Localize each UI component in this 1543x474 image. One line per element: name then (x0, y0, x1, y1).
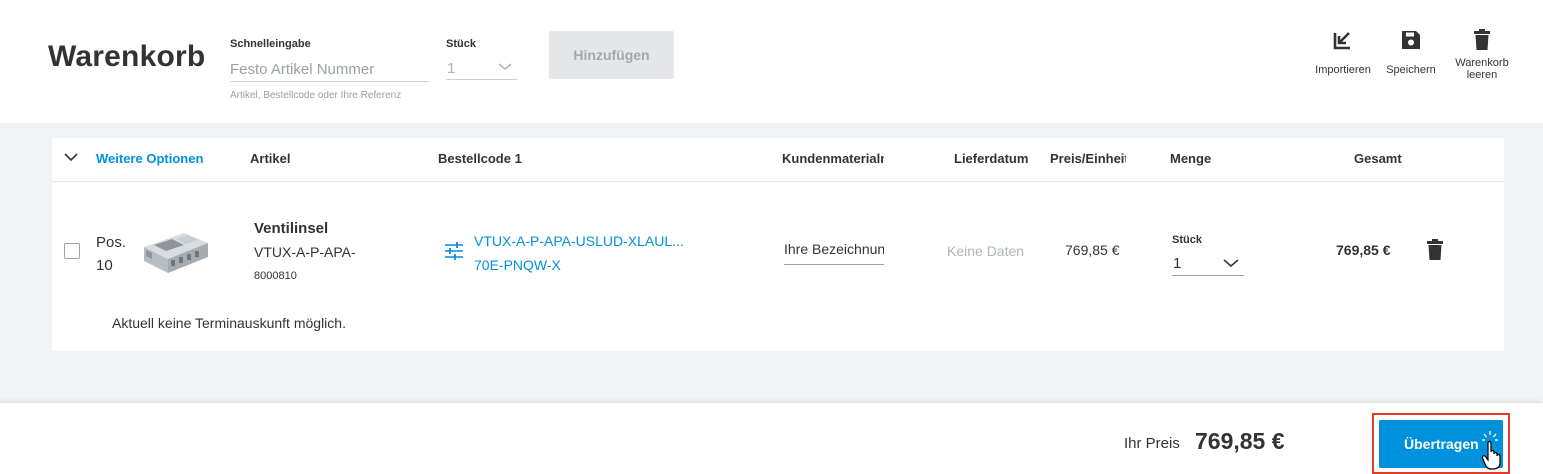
column-header-gesamt: Gesamt (1354, 151, 1402, 166)
part-number: 8000810 (254, 270, 297, 282)
cart-table: Weitere Optionen Artikel Bestellcode 1 K… (52, 138, 1504, 351)
row-quantity-value: 1 (1173, 255, 1182, 272)
order-code-link[interactable]: VTUX-A-P-APA-USLUD-XLAUL... 70E-PNQW-X (474, 229, 689, 277)
quick-entry-hint: Artikel, Bestellcode oder Ihre Referenz (230, 90, 402, 101)
submit-button-label: Übertragen (1404, 436, 1479, 452)
save-label: Speichern (1386, 64, 1436, 76)
chevron-down-icon (497, 58, 513, 78)
import-button[interactable]: Importieren (1309, 28, 1377, 76)
configure-icon[interactable] (444, 242, 464, 265)
position-number: 10 (96, 257, 113, 274)
column-header-preis: Preis/Einheit (1050, 151, 1126, 166)
add-button[interactable]: Hinzufügen (549, 31, 674, 79)
delivery-note: Aktuell keine Terminauskunft möglich. (112, 315, 346, 331)
cart-footer: Ihr Preis 769,85 € Übertragen (0, 403, 1543, 474)
trash-icon[interactable] (1427, 239, 1443, 266)
order-code-line2: 70E-PNQW-X (474, 257, 561, 273)
page-header: Warenkorb Schnelleingabe Artikel, Bestel… (0, 0, 1543, 123)
position: Pos. 10 (96, 231, 126, 277)
customer-reference-input[interactable]: Ihre Bezeichnung (784, 238, 884, 265)
save-button[interactable]: Speichern (1382, 28, 1440, 76)
column-header-kundenmaterial: Kundenmaterialnummer (782, 151, 884, 166)
column-header-menge: Menge (1170, 151, 1212, 166)
column-header-lieferdatum: Lieferdatum (954, 151, 1029, 166)
quick-entry-input[interactable] (230, 58, 429, 82)
unit-price: 769,85 € (1065, 242, 1120, 258)
total-price: 769,85 € (1336, 242, 1391, 258)
clear-cart-button[interactable]: Warenkorb leeren (1450, 28, 1514, 81)
page-title: Warenkorb (48, 40, 206, 73)
quick-entry-label: Schnelleingabe (230, 38, 311, 50)
more-options-toggle[interactable]: Weitere Optionen (96, 151, 203, 166)
delivery-date: Keine Daten (947, 243, 1025, 259)
product-image (138, 223, 212, 279)
column-header-artikel: Artikel (250, 151, 291, 166)
product-name: Ventilinsel (254, 220, 329, 237)
row-quantity-label: Stück (1172, 234, 1202, 246)
quantity-label: Stück (446, 38, 476, 50)
import-label: Importieren (1315, 64, 1371, 76)
price-label: Ihr Preis (1124, 435, 1180, 452)
chevron-down-icon (1222, 254, 1240, 276)
pointer-hand-icon (1481, 430, 1507, 474)
column-header-bestellcode: Bestellcode 1 (438, 151, 522, 166)
quantity-select[interactable]: 1 (446, 58, 517, 80)
row-checkbox[interactable] (64, 243, 80, 259)
order-code-line1: VTUX-A-P-APA-USLUD-XLAUL... (474, 233, 684, 249)
row-quantity-select[interactable]: 1 (1172, 252, 1244, 276)
quantity-value: 1 (447, 60, 456, 77)
import-icon (1332, 28, 1354, 52)
chevron-down-icon[interactable] (64, 150, 78, 167)
clear-cart-label-line1: Warenkorb (1455, 57, 1509, 69)
trash-icon (1474, 28, 1490, 52)
product-type: VTUX-A-P-APA- (254, 244, 356, 260)
save-icon (1401, 28, 1421, 52)
clear-cart-label-line2: leeren (1466, 69, 1498, 81)
table-row: Pos. 10 Ventilinsel VTUX-A-P-APA- 800081… (52, 183, 1504, 351)
table-header: Weitere Optionen Artikel Bestellcode 1 K… (52, 138, 1504, 182)
position-label: Pos. (96, 234, 127, 251)
price-value: 769,85 € (1195, 428, 1285, 454)
